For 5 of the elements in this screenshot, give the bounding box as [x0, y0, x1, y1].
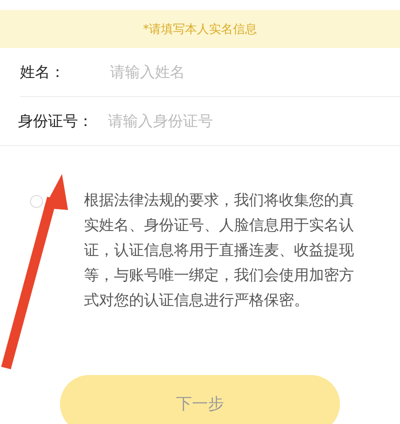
agreement-text: 根据法律法规的要求，我们将收集您的真实姓名、身份证号、人脸信息用于实名认证，认证信息将用于直播连麦、收益提现等，与账号唯一绑定，我们会使用加密方式对您的认证信息进行严格保密。: [84, 190, 355, 311]
notice-text: *请填写本人实名信息: [143, 20, 257, 38]
field-label: 姓名：: [20, 62, 66, 82]
agreement-radio[interactable]: [30, 195, 43, 208]
field-label: 身份证号：: [18, 112, 94, 130]
